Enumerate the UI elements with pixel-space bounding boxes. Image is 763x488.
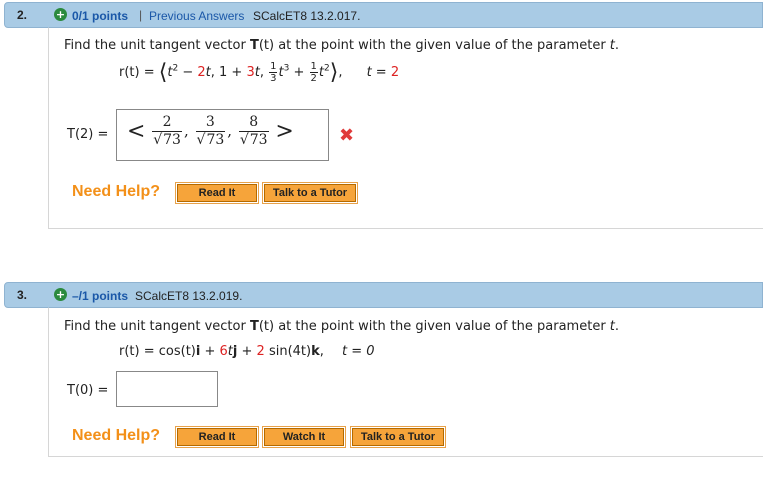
q2-need-help: Need Help? [72, 183, 161, 200]
q3-header-bar: 3. + –/1 points SCalcET8 13.2.019. [4, 282, 763, 308]
q3-need-help: Need Help? [72, 427, 161, 444]
q3-read-it-button[interactable]: Read It [175, 426, 259, 448]
q2-answer-box[interactable]: < 2 √73, 3 √73, 8 √73 > [116, 109, 329, 161]
q3-answer-label: T(0) = [67, 383, 109, 398]
q3-body: Find the unit tangent vector T(t) at the… [48, 307, 763, 457]
q3-answer-input[interactable] [116, 371, 218, 407]
q2-previous-answers-link[interactable]: Previous Answers [149, 9, 244, 23]
q2-number: 2. [17, 8, 28, 22]
q2-equation: r(t) = ⟨t2 − 2t, 1 + 3t, 1 3 t3 + 1 2 t2⟩, t… [119, 60, 400, 85]
q2-points-link[interactable]: 0/1 points [72, 9, 128, 23]
q2-read-it-button[interactable]: Read It [175, 182, 259, 204]
q2-talk-to-tutor-button[interactable]: Talk to a Tutor [262, 182, 358, 204]
q2-source: SCalcET8 13.2.017. [253, 9, 361, 23]
q2-incorrect-icon: ✖ [339, 125, 355, 146]
q3-equation: r(t) = cos(t)i + 6tj + 2 sin(4t)k, t = 0 [119, 344, 375, 359]
q2-separator: | [139, 8, 143, 22]
q3-prompt: Find the unit tangent vector T(t) at the… [64, 319, 620, 334]
q2-answer-label: T(2) = [67, 127, 109, 142]
q2-prompt: Find the unit tangent vector T(t) at the… [64, 38, 620, 53]
q3-expand-plus-icon[interactable]: + [54, 288, 67, 301]
q3-source: SCalcET8 13.2.019. [135, 289, 243, 303]
q3-points-link[interactable]: –/1 points [72, 289, 128, 303]
q3-watch-it-button[interactable]: Watch It [262, 426, 346, 448]
q3-number: 3. [17, 288, 28, 302]
q2-header-bar: 2. + 0/1 points | Previous Answers SCalc… [4, 2, 763, 28]
q2-answer-vector: < 2 √73, 3 √73, 8 √73 > [127, 114, 294, 148]
q2-body: Find the unit tangent vector T(t) at the… [48, 27, 763, 229]
q3-talk-to-tutor-button[interactable]: Talk to a Tutor [350, 426, 446, 448]
q2-expand-plus-icon[interactable]: + [54, 8, 67, 21]
